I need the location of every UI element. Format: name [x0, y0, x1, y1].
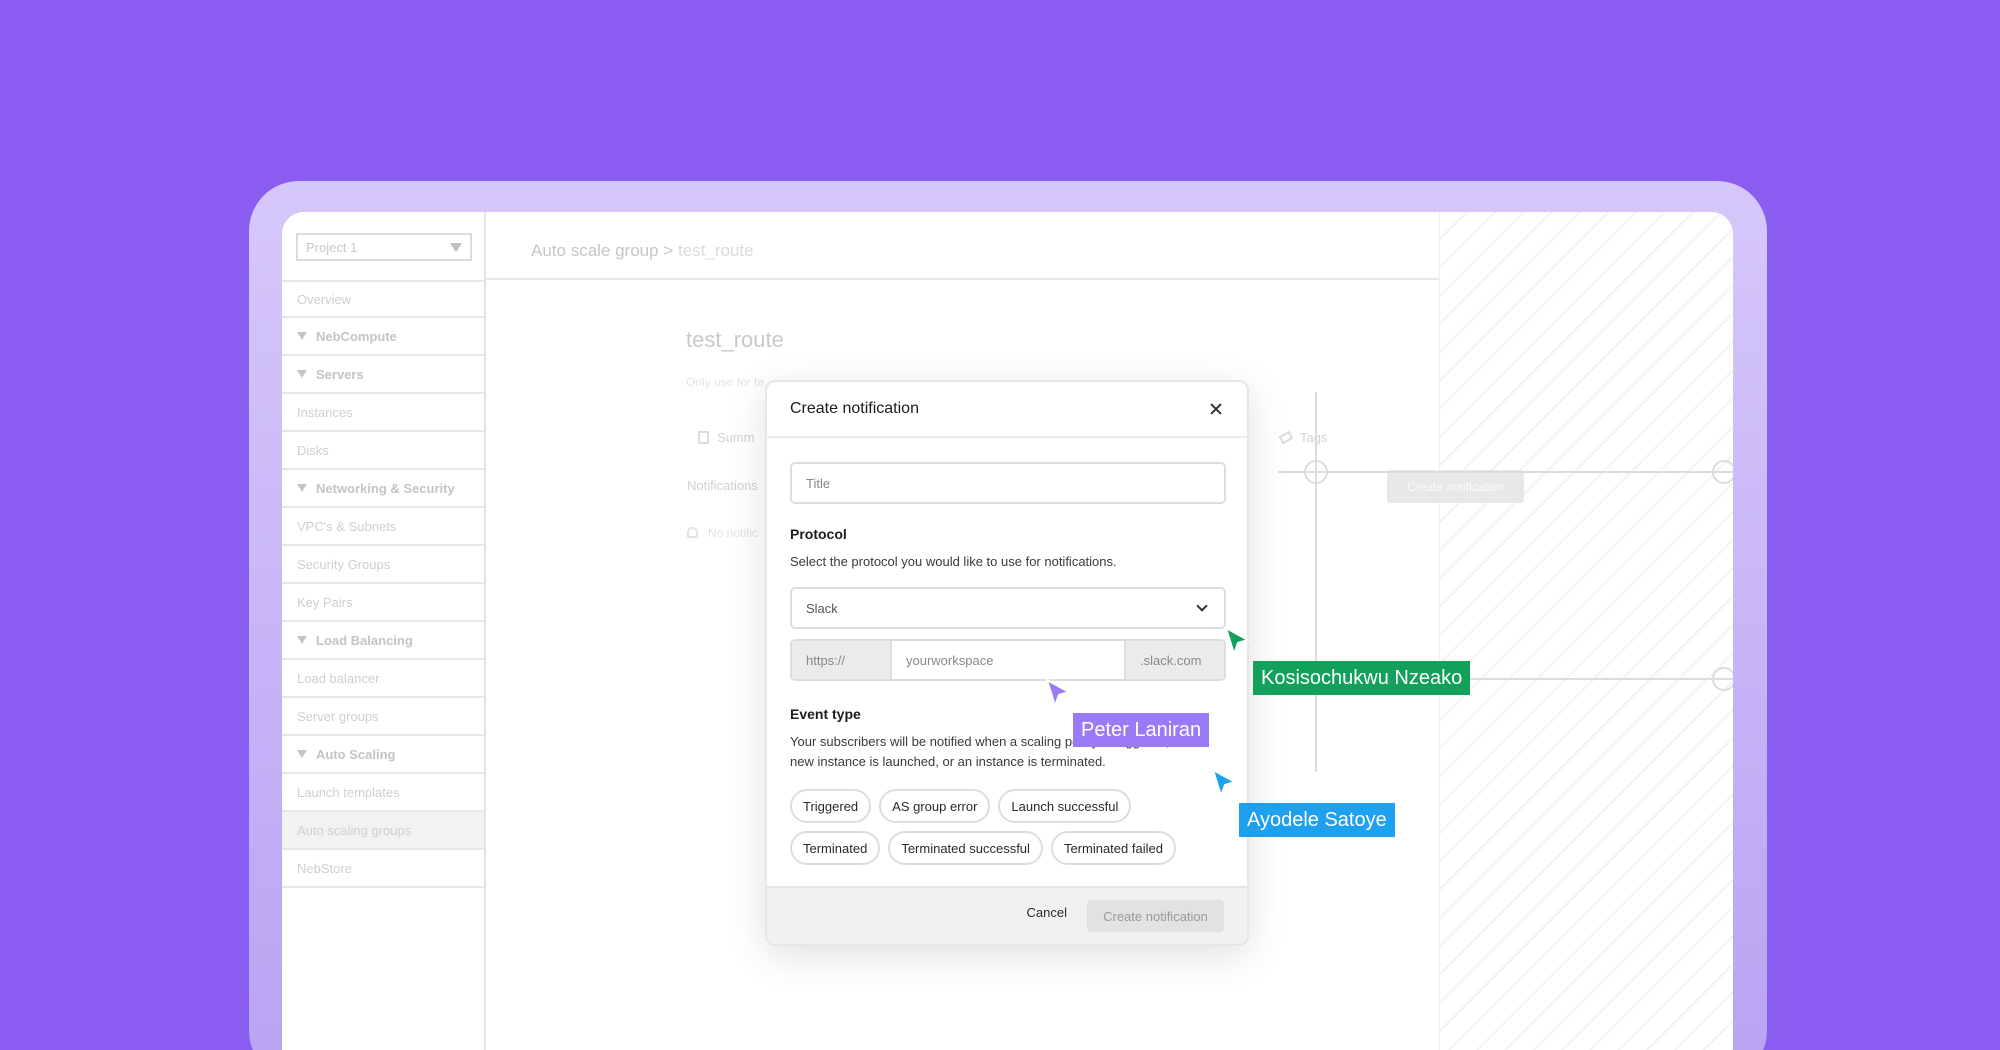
sidebar-group-networking[interactable]: Networking & Security: [282, 470, 484, 508]
sidebar-item-vpcs[interactable]: VPC's & Subnets: [282, 508, 484, 546]
sidebar-item-auto-scaling-groups[interactable]: Auto scaling groups: [282, 812, 484, 850]
caret-down-icon: [297, 484, 307, 492]
sidebar-item-label: Key Pairs: [297, 594, 353, 610]
bell-icon: [687, 527, 698, 538]
sidebar-group-label: NebCompute: [316, 328, 397, 344]
close-icon[interactable]: [1208, 401, 1224, 417]
tab-tags-label: Tags: [1300, 430, 1328, 445]
title-input[interactable]: [790, 462, 1226, 504]
protocol-heading: Protocol: [790, 526, 847, 542]
tab-summary[interactable]: Summ: [698, 430, 755, 445]
sidebar-item-label: Overview: [297, 291, 352, 307]
sidebar-group-load-balancing[interactable]: Load Balancing: [282, 622, 484, 660]
event-desc-line: new instance is launched, or an instance…: [790, 754, 1106, 769]
cursor-pointer-icon: [1045, 678, 1072, 710]
collaborator-tag: Kosisochukwu Nzeako: [1253, 661, 1471, 695]
protocol-select-value: Slack: [806, 600, 838, 616]
guide-line: [1278, 471, 1733, 473]
sidebar: Project 1 Overview NebCompute Servers In…: [282, 212, 486, 1050]
sidebar-item-label: Auto scaling groups: [297, 822, 412, 838]
cursor-pointer-icon: [1211, 768, 1238, 800]
sidebar-group-servers[interactable]: Servers: [282, 356, 484, 394]
sidebar-group-label: Servers: [316, 366, 364, 382]
no-notifications-label: No notific: [708, 526, 759, 540]
sidebar-item-security-groups[interactable]: Security Groups: [282, 546, 484, 584]
sidebar-group-nebcompute[interactable]: NebCompute: [282, 318, 484, 356]
chip-terminated-failed[interactable]: Terminated failed: [1050, 831, 1176, 865]
event-type-heading: Event type: [790, 706, 861, 722]
guide-line: [1442, 678, 1733, 680]
sidebar-item-label: Disks: [297, 442, 329, 458]
caret-down-icon: [297, 636, 307, 644]
caret-down-icon: [297, 750, 307, 758]
event-chips-row: Terminated Terminated successful Termina…: [790, 831, 1230, 865]
protocol-select[interactable]: Slack: [790, 587, 1226, 629]
modal-footer: Cancel Create notification: [767, 886, 1247, 944]
collaborator-tag: Peter Laniran: [1073, 713, 1210, 747]
chevron-down-icon: [1196, 600, 1208, 612]
sidebar-group-auto-scaling[interactable]: Auto Scaling: [282, 736, 484, 774]
cancel-button[interactable]: Cancel: [1027, 905, 1067, 920]
sidebar-item-key-pairs[interactable]: Key Pairs: [282, 584, 484, 622]
modal-header: Create notification: [767, 382, 1247, 438]
create-notification-button[interactable]: Create notification: [1087, 900, 1224, 932]
tab-summary-label: Summ: [717, 430, 755, 445]
sidebar-item-label: NebStore: [297, 860, 352, 876]
guide-handle: [1304, 460, 1328, 484]
caret-down-icon: [297, 332, 307, 340]
protocol-description: Select the protocol you would like to us…: [790, 554, 1117, 569]
tag-icon: [1278, 430, 1294, 445]
collaborator-tag: Ayodele Satoye: [1239, 803, 1395, 837]
sidebar-item-label: Instances: [297, 404, 353, 420]
no-notifications-text: No notific: [687, 526, 758, 540]
document-icon: [698, 431, 709, 444]
sidebar-group-label: Load Balancing: [316, 632, 413, 648]
sidebar-item-label: Launch templates: [297, 784, 400, 800]
triangle-down-icon: [450, 242, 462, 252]
breadcrumb: Auto scale group > test_route: [531, 241, 754, 261]
sidebar-item-label: Security Groups: [297, 556, 391, 572]
cursor-pointer-icon: [1224, 626, 1251, 658]
caret-down-icon: [297, 370, 307, 378]
tab-tags[interactable]: Tags: [1278, 430, 1328, 445]
sidebar-item-server-groups[interactable]: Server groups: [282, 698, 484, 736]
sidebar-item-label: Load balancer: [297, 670, 380, 686]
background-create-notification-button[interactable]: Create notification: [1387, 470, 1524, 503]
chip-as-group-error[interactable]: AS group error: [879, 789, 991, 823]
url-suffix: .slack.com: [1124, 641, 1224, 679]
sidebar-group-label: Networking & Security: [316, 480, 455, 496]
project-select[interactable]: Project 1: [296, 233, 472, 261]
event-chips-row: Triggered AS group error Launch successf…: [790, 789, 1230, 823]
chip-launch-successful[interactable]: Launch successful: [998, 789, 1132, 823]
project-select-label: Project 1: [306, 239, 358, 255]
create-notification-modal: Create notification Protocol Select the …: [765, 380, 1249, 946]
chip-terminated-successful[interactable]: Terminated successful: [888, 831, 1043, 865]
sidebar-item-nebstore[interactable]: NebStore: [282, 850, 484, 888]
guide-line: [1315, 392, 1317, 772]
sidebar-item-instances[interactable]: Instances: [282, 394, 484, 432]
sidebar-item-disks[interactable]: Disks: [282, 432, 484, 470]
sidebar-item-overview[interactable]: Overview: [282, 280, 484, 318]
hatched-panel: [1439, 212, 1733, 1050]
chip-triggered[interactable]: Triggered: [790, 789, 872, 823]
sidebar-nav: Overview NebCompute Servers Instances Di…: [282, 280, 484, 888]
slack-url-field: https:// .slack.com: [790, 639, 1226, 681]
page-subtitle: Only use for te: [686, 375, 765, 389]
url-prefix: https://: [792, 641, 892, 679]
sidebar-group-label: Auto Scaling: [316, 746, 396, 762]
breadcrumb-current: test_route: [677, 241, 754, 260]
sidebar-item-label: Server groups: [297, 708, 379, 724]
sidebar-item-load-balancer[interactable]: Load balancer: [282, 660, 484, 698]
sidebar-item-label: VPC's & Subnets: [297, 518, 397, 534]
page-title: test_route: [686, 327, 784, 352]
chip-terminated[interactable]: Terminated: [790, 831, 881, 865]
guide-handle: [1712, 460, 1733, 484]
notifications-label: Notifications: [687, 478, 758, 493]
workspace-input[interactable]: [892, 641, 1124, 679]
modal-title: Create notification: [790, 400, 919, 417]
guide-handle: [1712, 667, 1733, 691]
sidebar-item-launch-templates[interactable]: Launch templates: [282, 774, 484, 812]
breadcrumb-parent[interactable]: Auto scale group >: [531, 241, 673, 260]
